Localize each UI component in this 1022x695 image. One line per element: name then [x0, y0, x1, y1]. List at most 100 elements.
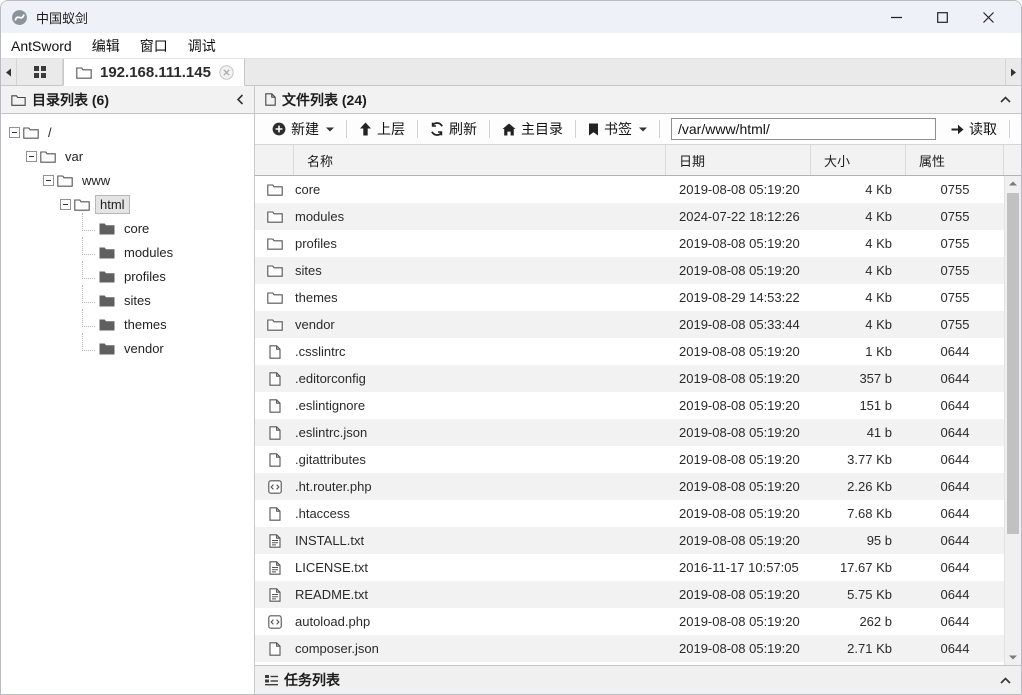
table-row[interactable]: vendor2019-08-08 05:33:444 Kb0755	[255, 311, 1021, 338]
table-row[interactable]: modules2024-07-22 18:12:264 Kb0755	[255, 203, 1021, 230]
table-row[interactable]: .csslintrc2019-08-08 05:19:201 Kb0644	[255, 338, 1021, 365]
path-input[interactable]	[671, 118, 936, 140]
file-size: 4 Kb	[811, 203, 906, 230]
table-row[interactable]: INSTALL.txt2019-08-08 05:19:2095 b0644	[255, 527, 1021, 554]
folder-filled-icon	[99, 270, 115, 283]
tree-node-label: vendor	[120, 340, 168, 357]
refresh-button[interactable]: 刷新	[421, 116, 486, 142]
scroll-down-icon[interactable]	[1005, 650, 1021, 665]
table-row[interactable]: .eslintignore2019-08-08 05:19:20151 b064…	[255, 392, 1021, 419]
tree-collapse-icon[interactable]	[26, 151, 37, 162]
table-row[interactable]: profiles2019-08-08 05:19:204 Kb0755	[255, 230, 1021, 257]
chevron-down-icon	[326, 127, 334, 132]
list-icon	[265, 675, 278, 686]
file-date: 2019-08-08 05:19:20	[666, 581, 811, 608]
tabs-scroll-left-icon[interactable]	[1, 59, 17, 85]
toolbar-divider	[575, 120, 576, 138]
table-row[interactable]: autoload.php2019-08-08 05:19:20262 b0644	[255, 608, 1021, 635]
folder-filled-icon	[99, 222, 115, 235]
menu-item-1[interactable]: 编辑	[82, 34, 130, 58]
file-size: 4 Kb	[811, 176, 906, 203]
table-row[interactable]: themes2019-08-29 14:53:224 Kb0755	[255, 284, 1021, 311]
vertical-scrollbar[interactable]	[1004, 176, 1021, 665]
menu-item-antsword[interactable]: AntSword	[9, 36, 82, 56]
file-icon	[255, 446, 294, 473]
tab-dashboard[interactable]	[17, 59, 63, 85]
tree-connector	[82, 261, 95, 279]
tree-node-vendor[interactable]: vendor	[1, 336, 254, 360]
tree-connector	[82, 309, 95, 327]
folder-icon	[255, 203, 294, 230]
menu-item-3[interactable]: 调试	[178, 34, 226, 58]
file-date: 2019-08-29 14:53:22	[666, 284, 811, 311]
file-permissions: 0644	[906, 500, 1004, 527]
read-button[interactable]: 读取	[942, 116, 1006, 142]
scrollbar-thumb[interactable]	[1007, 193, 1019, 534]
maximize-button[interactable]	[919, 2, 965, 32]
tree-node-profiles[interactable]: profiles	[1, 264, 254, 288]
tree-node-sites[interactable]: sites	[1, 288, 254, 312]
minimize-button[interactable]	[873, 2, 919, 32]
close-button[interactable]	[965, 2, 1011, 32]
collapse-sidebar-icon[interactable]	[236, 94, 244, 105]
column-header-size[interactable]: 大小	[811, 145, 906, 175]
tree-node-var[interactable]: var	[1, 144, 254, 168]
column-header-icon[interactable]	[255, 145, 294, 175]
file-size: 4 Kb	[811, 230, 906, 257]
new-button[interactable]: 新建	[263, 116, 343, 142]
column-header-name[interactable]: 名称	[294, 145, 666, 175]
tree-node-modules[interactable]: modules	[1, 240, 254, 264]
antsword-logo-icon	[11, 9, 28, 26]
file-size: 4 Kb	[811, 284, 906, 311]
menu-item-2[interactable]: 窗口	[130, 34, 178, 58]
file-size: 2.26 Kb	[811, 473, 906, 500]
tree-node-www[interactable]: www	[1, 168, 254, 192]
table-row[interactable]: .editorconfig2019-08-08 05:19:20357 b064…	[255, 365, 1021, 392]
arrow-up-icon	[359, 122, 372, 136]
folder-icon	[57, 174, 73, 187]
tree-node-root[interactable]: /	[1, 120, 254, 144]
tree-node-html[interactable]: html	[1, 192, 254, 216]
file-name: .eslintignore	[294, 392, 666, 419]
table-row[interactable]: .htaccess2019-08-08 05:19:207.68 Kb0644	[255, 500, 1021, 527]
file-size: 5.75 Kb	[811, 581, 906, 608]
tree-collapse-icon[interactable]	[43, 175, 54, 186]
file-size: 262 b	[811, 608, 906, 635]
bookmark-button[interactable]: 书签	[579, 116, 656, 142]
up-directory-button[interactable]: 上层	[350, 116, 414, 142]
expand-task-list-icon[interactable]	[1000, 677, 1011, 684]
bookmark-icon	[588, 123, 599, 136]
column-header-perm[interactable]: 属性	[906, 145, 1004, 175]
file-permissions: 0644	[906, 608, 1004, 635]
table-row[interactable]: composer.json2019-08-08 05:19:202.71 Kb0…	[255, 635, 1021, 662]
scrollbar-track[interactable]	[1005, 191, 1021, 650]
column-header-date[interactable]: 日期	[666, 145, 811, 175]
task-list-bar[interactable]: 任务列表	[255, 665, 1021, 694]
file-size: 151 b	[811, 392, 906, 419]
file-date: 2019-08-08 05:19:20	[666, 230, 811, 257]
table-row[interactable]: .eslintrc.json2019-08-08 05:19:2041 b064…	[255, 419, 1021, 446]
file-size: 4 Kb	[811, 311, 906, 338]
folder-icon	[76, 66, 92, 79]
tree-collapse-icon[interactable]	[60, 199, 71, 210]
tab-shell-session[interactable]: 192.168.111.145	[63, 59, 245, 86]
toolbar-divider	[346, 120, 347, 138]
table-row[interactable]: README.txt2019-08-08 05:19:205.75 Kb0644	[255, 581, 1021, 608]
table-row[interactable]: sites2019-08-08 05:19:204 Kb0755	[255, 257, 1021, 284]
table-row[interactable]: core2019-08-08 05:19:204 Kb0755	[255, 176, 1021, 203]
table-row[interactable]: .ht.router.php2019-08-08 05:19:202.26 Kb…	[255, 473, 1021, 500]
file-permissions: 0755	[906, 230, 1004, 257]
scroll-up-icon[interactable]	[1005, 176, 1021, 191]
tree-node-themes[interactable]: themes	[1, 312, 254, 336]
tree-collapse-icon[interactable]	[9, 127, 20, 138]
tab-close-icon[interactable]	[219, 65, 234, 80]
table-row[interactable]: .gitattributes2019-08-08 05:19:203.77 Kb…	[255, 446, 1021, 473]
collapse-file-panel-icon[interactable]	[1000, 96, 1011, 103]
tree-node-core[interactable]: core	[1, 216, 254, 240]
file-name: INSTALL.txt	[294, 527, 666, 554]
tabs-scroll-right-icon[interactable]	[1005, 59, 1021, 85]
home-directory-button[interactable]: 主目录	[493, 116, 572, 142]
refresh-button-label: 刷新	[449, 119, 477, 139]
table-row[interactable]: LICENSE.txt2016-11-17 10:57:0517.67 Kb06…	[255, 554, 1021, 581]
home-button-label: 主目录	[521, 119, 563, 139]
